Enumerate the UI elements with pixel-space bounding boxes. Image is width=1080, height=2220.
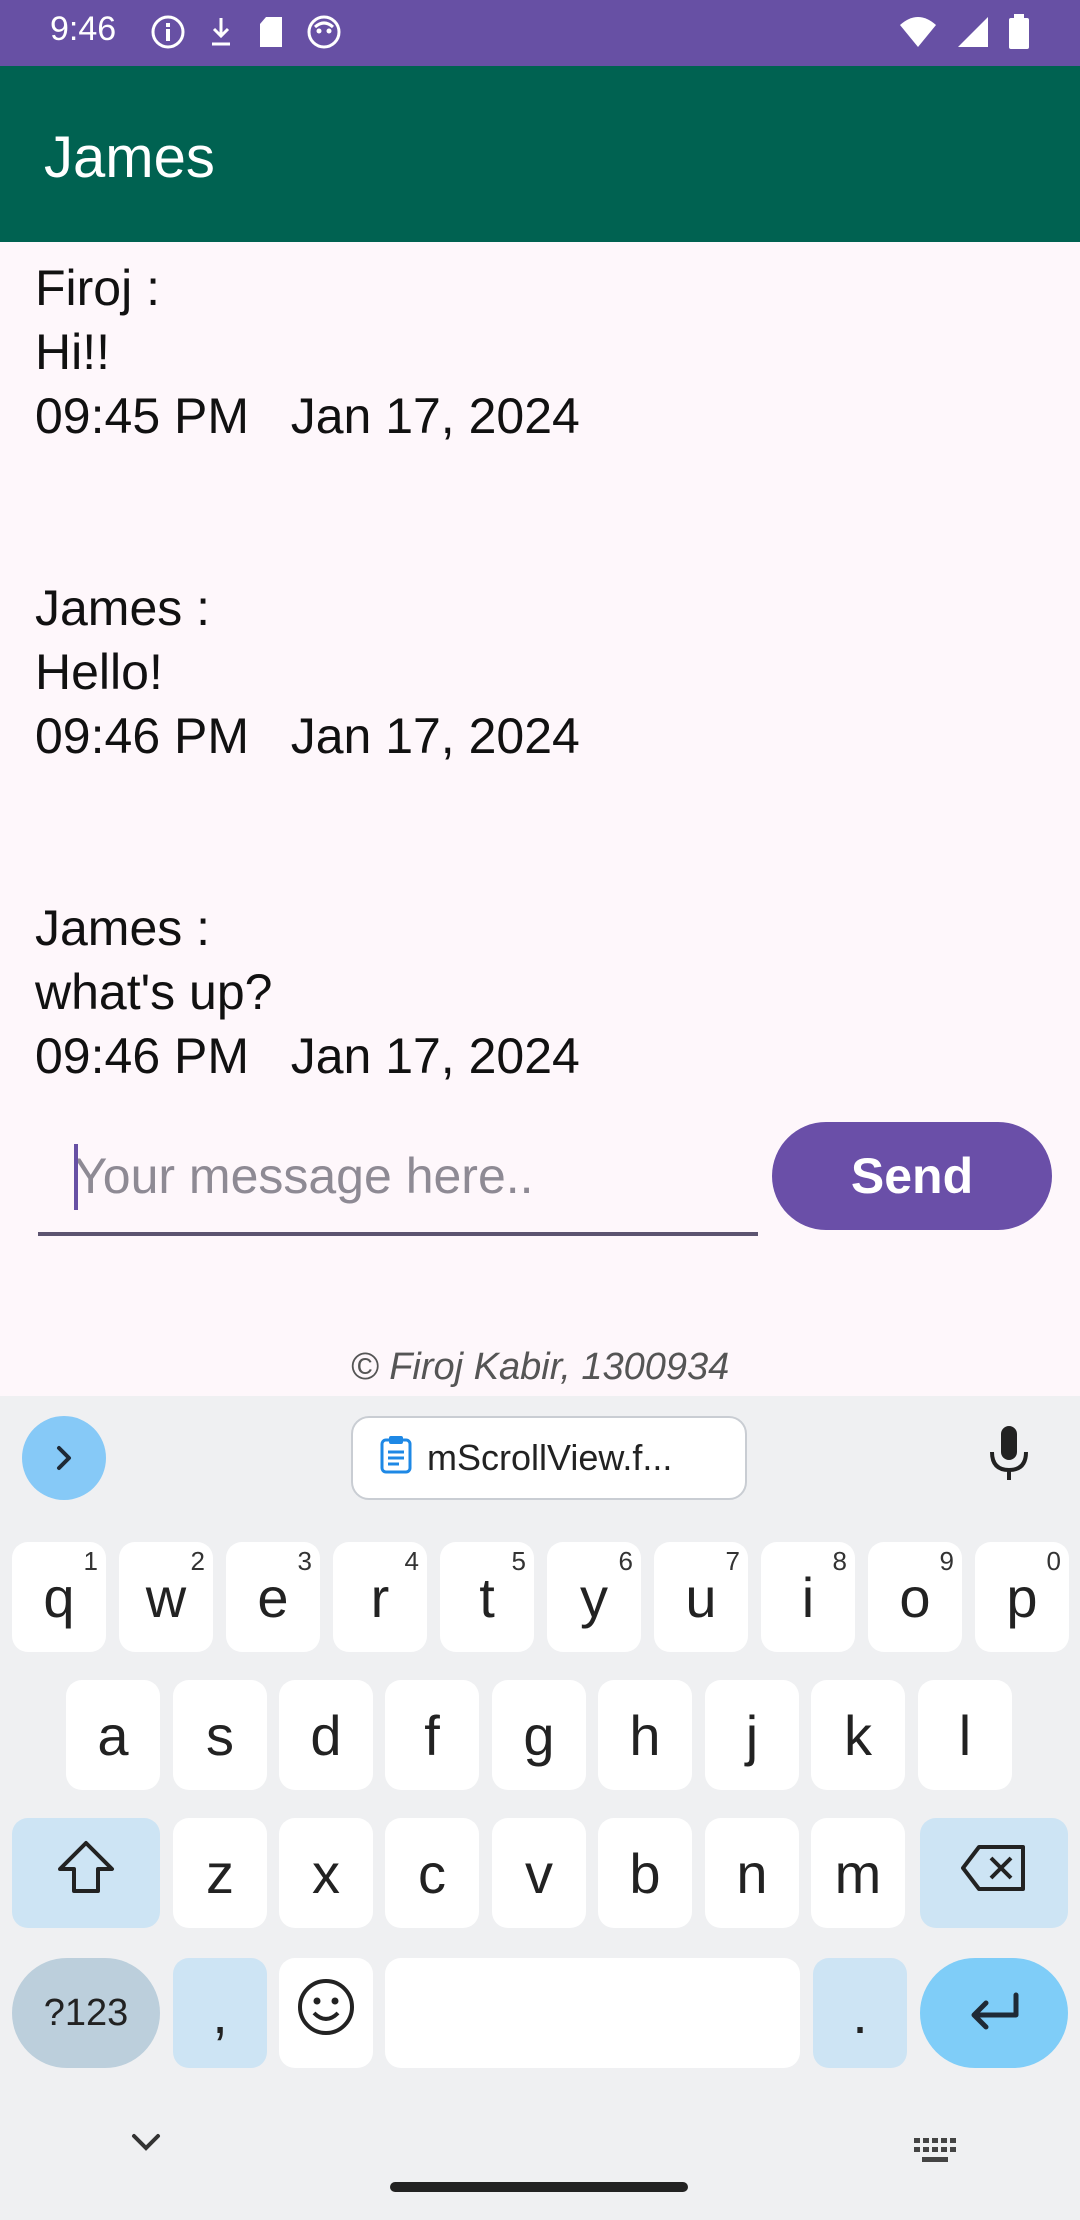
key-k[interactable]: k	[811, 1680, 905, 1790]
backspace-icon	[959, 1841, 1029, 1906]
enter-key[interactable]	[920, 1958, 1068, 2068]
chat-title: James	[44, 125, 215, 190]
wifi-icon	[898, 15, 938, 54]
composer: Send	[38, 1120, 1052, 1240]
key-e[interactable]: e3	[226, 1542, 320, 1652]
message-timestamp: 09:46 PM Jan 17, 2024	[35, 708, 580, 764]
message-item: James : what's up? 09:46 PM Jan 17, 2024	[35, 896, 1045, 1088]
chevron-right-icon[interactable]	[22, 1416, 106, 1500]
home-indicator[interactable]	[390, 2182, 688, 2192]
key-l[interactable]: l	[918, 1680, 1012, 1790]
key-m[interactable]: m	[811, 1818, 905, 1928]
symbols-key[interactable]: ?123	[12, 1958, 160, 2068]
key-u[interactable]: u7	[654, 1542, 748, 1652]
message-item: James : Hello! 09:46 PM Jan 17, 2024	[35, 576, 1045, 768]
key-o[interactable]: o9	[868, 1542, 962, 1652]
period-key[interactable]: .	[813, 1958, 907, 2068]
key-d[interactable]: d	[279, 1680, 373, 1790]
key-y[interactable]: y6	[547, 1542, 641, 1652]
enter-icon	[964, 1981, 1024, 2046]
key-i[interactable]: i8	[761, 1542, 855, 1652]
key-q[interactable]: q1	[12, 1542, 106, 1652]
key-x[interactable]: x	[279, 1818, 373, 1928]
key-b[interactable]: b	[598, 1818, 692, 1928]
android-icon	[306, 14, 342, 55]
info-icon	[150, 14, 186, 55]
footer-copyright: © Firoj Kabir, 1300934	[350, 1346, 730, 1388]
comma-key[interactable]: ,	[173, 1958, 267, 2068]
text-caret	[74, 1144, 78, 1210]
key-t[interactable]: t5	[440, 1542, 534, 1652]
space-key[interactable]	[385, 1958, 800, 2068]
keyboard-toolbar: mScrollView.f...	[0, 1396, 1080, 1516]
clipboard-icon	[379, 1434, 413, 1483]
key-s[interactable]: s	[173, 1680, 267, 1790]
app-bar: James	[0, 66, 1080, 242]
emoji-icon	[296, 1977, 356, 2050]
message-item: Firoj : Hi!! 09:45 PM Jan 17, 2024	[35, 256, 1045, 448]
chevron-down-icon[interactable]	[126, 2128, 166, 2163]
key-r[interactable]: r4	[333, 1542, 427, 1652]
download-icon	[206, 14, 236, 55]
key-g[interactable]: g	[492, 1680, 586, 1790]
message-sender: James :	[35, 900, 211, 956]
signal-icon	[956, 15, 990, 54]
clipboard-suggestion-chip[interactable]: mScrollView.f...	[351, 1416, 747, 1500]
key-v[interactable]: v	[492, 1818, 586, 1928]
message-text: Hi!!	[35, 324, 110, 380]
message-text: Hello!	[35, 644, 163, 700]
message-input[interactable]	[38, 1120, 758, 1236]
key-f[interactable]: f	[385, 1680, 479, 1790]
key-h[interactable]: h	[598, 1680, 692, 1790]
message-list[interactable]: Firoj : Hi!! 09:45 PM Jan 17, 2024 James…	[35, 256, 1045, 1088]
microphone-icon[interactable]	[986, 1424, 1032, 1489]
key-a[interactable]: a	[66, 1680, 160, 1790]
key-w[interactable]: w2	[119, 1542, 213, 1652]
backspace-key[interactable]	[920, 1818, 1068, 1928]
status-time: 9:46	[50, 10, 117, 48]
key-z[interactable]: z	[173, 1818, 267, 1928]
status-bar: 9:46	[0, 0, 1080, 66]
shift-key[interactable]	[12, 1818, 160, 1928]
key-c[interactable]: c	[385, 1818, 479, 1928]
message-sender: Firoj :	[35, 260, 160, 316]
message-timestamp: 09:45 PM Jan 17, 2024	[35, 388, 580, 444]
message-sender: James :	[35, 580, 211, 636]
emoji-key[interactable]	[279, 1958, 373, 2068]
message-text: what's up?	[35, 964, 273, 1020]
message-timestamp: 09:46 PM Jan 17, 2024	[35, 1028, 580, 1084]
sd-card-icon	[256, 14, 286, 55]
battery-icon	[1008, 14, 1030, 55]
shift-icon	[56, 1839, 116, 1908]
send-button[interactable]: Send	[772, 1122, 1052, 1230]
key-j[interactable]: j	[705, 1680, 799, 1790]
keyboard-icon[interactable]	[912, 2136, 958, 2171]
key-p[interactable]: p0	[975, 1542, 1069, 1652]
soft-keyboard: mScrollView.f... q1 w2 e3 r4 t5 y6 u7 i8…	[0, 1396, 1080, 2220]
clipboard-chip-text: mScrollView.f...	[427, 1437, 673, 1478]
key-n[interactable]: n	[705, 1818, 799, 1928]
